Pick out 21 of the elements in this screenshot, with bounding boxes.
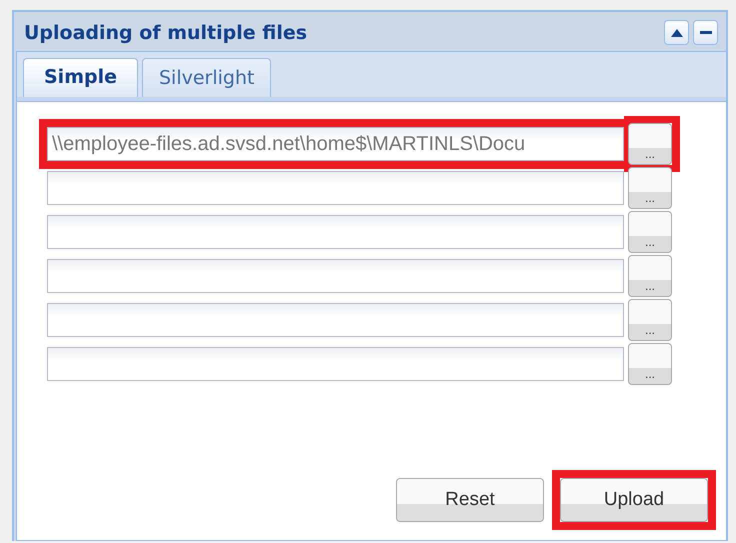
upload-button[interactable]: Upload <box>560 478 708 522</box>
minimize-icon <box>700 31 712 34</box>
file-path-field[interactable] <box>47 215 624 249</box>
browse-button[interactable]: ... <box>628 299 672 341</box>
tab[interactable]: Simple <box>23 58 138 97</box>
panel-title: Uploading of multiple files <box>24 22 308 44</box>
file-path-field[interactable]: \\employee-files.ad.svsd.net\home$\MARTINLS\Docu <box>47 127 624 161</box>
collapse-button[interactable] <box>664 20 689 45</box>
browse-button[interactable]: ... <box>628 343 672 385</box>
browse-button[interactable]: ... <box>628 211 672 253</box>
tab[interactable]: Silverlight <box>142 58 272 97</box>
minimize-button[interactable] <box>693 20 718 45</box>
collapse-icon <box>670 28 682 36</box>
file-path-field[interactable] <box>47 347 624 381</box>
reset-button[interactable]: Reset <box>396 478 544 522</box>
browse-button[interactable]: ... <box>628 167 672 209</box>
file-path-field[interactable] <box>47 171 624 205</box>
file-path-field[interactable] <box>47 303 624 337</box>
browse-button[interactable]: ... <box>628 255 672 297</box>
file-path-field[interactable] <box>47 259 624 293</box>
browse-button[interactable]: ... <box>628 123 672 165</box>
